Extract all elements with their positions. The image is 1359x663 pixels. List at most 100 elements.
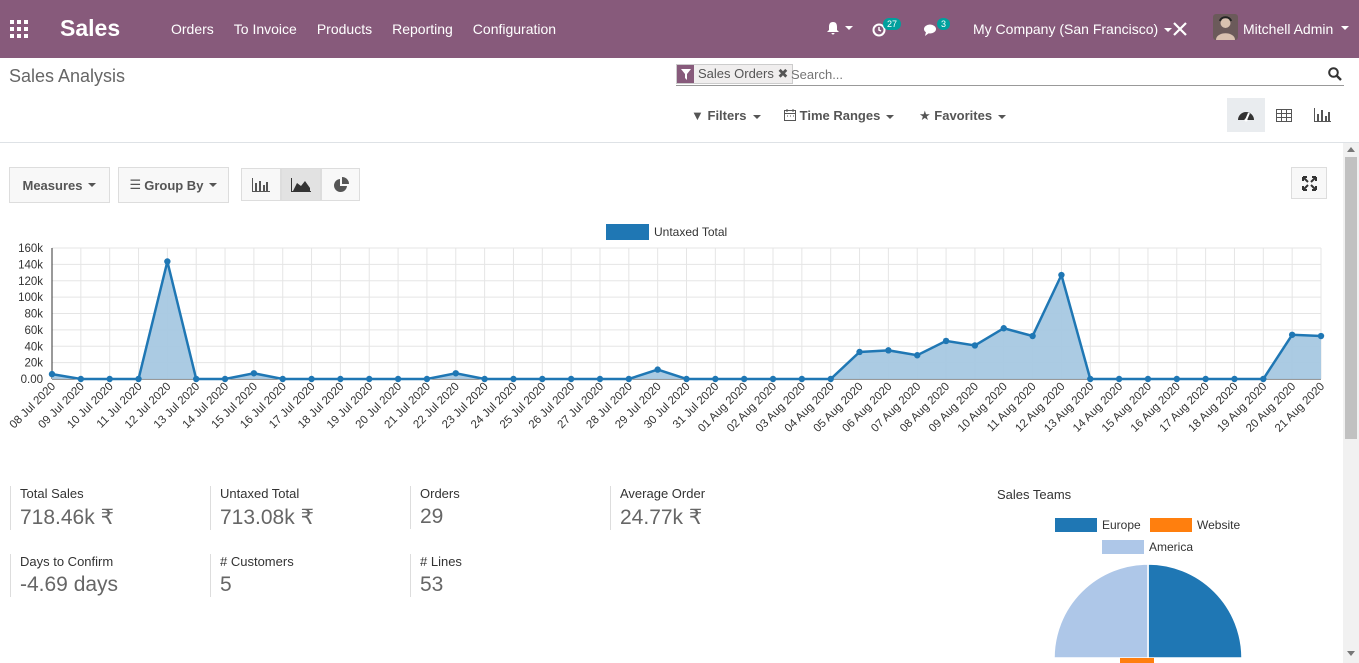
favorites-dropdown[interactable]: ★ Favorites bbox=[919, 108, 1007, 124]
filter-icon bbox=[677, 65, 694, 83]
messages-badge: 3 bbox=[937, 18, 951, 30]
graph-view-button[interactable] bbox=[1303, 98, 1341, 132]
scroll-up-icon[interactable] bbox=[1347, 147, 1355, 152]
kpi-average-order[interactable]: Average Order 24.77k ₹ bbox=[610, 486, 705, 530]
legend-swatch-europe bbox=[1055, 518, 1097, 532]
kpi-lines[interactable]: # Lines 53 bbox=[410, 554, 462, 597]
bar-chart-mode-button[interactable] bbox=[241, 168, 281, 201]
activity-button[interactable]: 27 bbox=[872, 18, 912, 37]
table-icon bbox=[1276, 108, 1292, 122]
kpi-customers[interactable]: # Customers 5 bbox=[210, 554, 294, 597]
chevron-down-icon bbox=[998, 114, 1007, 119]
sales-teams-pie-chart: Europe Website America bbox=[1053, 518, 1243, 663]
kpi-value: -4.69 days bbox=[20, 573, 119, 596]
star-icon: ★ bbox=[919, 108, 931, 123]
kpi-label: Total Sales bbox=[20, 486, 84, 501]
data-point[interactable] bbox=[452, 370, 459, 377]
filters-dropdown[interactable]: ▼ Filters bbox=[691, 108, 761, 123]
data-point[interactable] bbox=[1058, 271, 1065, 279]
data-point[interactable] bbox=[1288, 331, 1296, 338]
chevron-down-icon bbox=[1341, 26, 1349, 30]
y-tick-label: 100k bbox=[18, 292, 43, 304]
page-title: Sales Analysis bbox=[9, 66, 126, 86]
control-panel: Sales Analysis Sales Orders ✖ ▼ Filters … bbox=[0, 58, 1359, 143]
filter-icon: ▼ bbox=[691, 108, 704, 123]
kpi-orders[interactable]: Orders 29 bbox=[410, 486, 460, 529]
kpi-label: Average Order bbox=[620, 486, 706, 501]
vertical-scrollbar[interactable] bbox=[1343, 143, 1359, 663]
search-facet[interactable]: Sales Orders ✖ bbox=[676, 64, 794, 84]
kpi-total-sales[interactable]: Total Sales 718.46k ₹ bbox=[10, 486, 114, 530]
data-point[interactable] bbox=[48, 370, 56, 378]
chevron-down-icon bbox=[886, 114, 895, 119]
menu-orders[interactable]: Orders bbox=[171, 21, 214, 37]
search-input[interactable] bbox=[791, 64, 1311, 84]
debug-tools-icon[interactable] bbox=[1173, 22, 1187, 36]
kpi-days-to-confirm[interactable]: Days to Confirm -4.69 days bbox=[10, 554, 118, 597]
menu-reporting[interactable]: Reporting bbox=[392, 21, 453, 37]
avatar bbox=[1213, 14, 1238, 40]
measures-dropdown[interactable]: Measures bbox=[9, 167, 110, 203]
bell-icon bbox=[827, 22, 839, 35]
kpi-value: 5 bbox=[220, 573, 232, 596]
fullscreen-button[interactable] bbox=[1291, 167, 1327, 199]
filters-label: Filters bbox=[707, 108, 747, 123]
expand-icon bbox=[1301, 175, 1317, 191]
y-tick-label: 60k bbox=[24, 325, 43, 337]
data-point[interactable] bbox=[250, 370, 258, 377]
area-chart-icon bbox=[291, 177, 311, 192]
calendar-icon bbox=[784, 109, 796, 121]
data-point[interactable] bbox=[1000, 325, 1007, 332]
legend-swatch-america bbox=[1102, 540, 1144, 554]
chevron-down-icon bbox=[88, 183, 97, 187]
sales-line-chart: Untaxed Total 0.00 20k 40k 60k 80k 100k 120k 140… bbox=[8, 224, 1327, 435]
scrollbar-thumb[interactable] bbox=[1345, 157, 1357, 439]
data-point[interactable] bbox=[914, 352, 921, 359]
pie-slice-america[interactable] bbox=[1053, 563, 1149, 659]
main-menu: Orders To Invoice Products Reporting Con… bbox=[171, 21, 576, 37]
kpi-label: # Customers bbox=[220, 554, 294, 569]
facet-label: Sales Orders bbox=[698, 66, 774, 81]
list-icon: ☰ bbox=[129, 177, 142, 192]
legend-swatch-website bbox=[1150, 518, 1192, 532]
pie-slice-website[interactable] bbox=[1120, 658, 1154, 663]
kpi-untaxed-total[interactable]: Untaxed Total 713.08k ₹ bbox=[210, 486, 314, 530]
data-point[interactable] bbox=[1029, 332, 1036, 340]
time-ranges-dropdown[interactable]: Time Ranges bbox=[784, 108, 895, 123]
data-point[interactable] bbox=[885, 347, 892, 354]
pie-chart-mode-button[interactable] bbox=[321, 168, 360, 201]
line-chart-mode-button[interactable] bbox=[281, 168, 321, 201]
group-by-dropdown[interactable]: ☰ Group By bbox=[118, 167, 229, 203]
list-view-button[interactable] bbox=[1265, 98, 1303, 132]
notification-bell[interactable] bbox=[826, 21, 853, 37]
menu-configuration[interactable]: Configuration bbox=[473, 21, 556, 37]
kpi-label: # Lines bbox=[420, 554, 462, 569]
favorites-label: Favorites bbox=[934, 108, 993, 123]
measures-label: Measures bbox=[22, 177, 83, 193]
kpi-value: 713.08k ₹ bbox=[220, 506, 314, 529]
kpi-value: 24.77k ₹ bbox=[620, 506, 703, 529]
dashboard-view-button[interactable] bbox=[1227, 98, 1265, 132]
data-point[interactable] bbox=[971, 342, 979, 349]
pie-slice-europe[interactable] bbox=[1147, 563, 1243, 659]
remove-facet-icon[interactable]: ✖ bbox=[778, 66, 789, 81]
chevron-down-icon bbox=[845, 26, 853, 30]
data-point[interactable] bbox=[654, 366, 661, 373]
y-tick-label: 120k bbox=[18, 276, 43, 288]
app-brand[interactable]: Sales bbox=[60, 15, 120, 42]
search-icon[interactable] bbox=[1328, 67, 1342, 81]
messages-button[interactable]: 3 bbox=[924, 18, 964, 37]
pie-legend: Europe Website America bbox=[1055, 518, 1240, 554]
data-point[interactable] bbox=[164, 258, 171, 265]
data-point[interactable] bbox=[942, 337, 950, 345]
data-point[interactable] bbox=[1317, 332, 1325, 340]
data-point[interactable] bbox=[856, 348, 863, 356]
legend-swatch bbox=[606, 224, 649, 240]
pie-chart-icon bbox=[333, 176, 349, 192]
company-switcher[interactable]: My Company (San Francisco) bbox=[973, 21, 1173, 37]
scroll-down-icon[interactable] bbox=[1347, 651, 1355, 656]
apps-menu-icon[interactable] bbox=[10, 20, 28, 38]
menu-to-invoice[interactable]: To Invoice bbox=[234, 21, 297, 37]
menu-products[interactable]: Products bbox=[317, 21, 372, 37]
activity-badge: 27 bbox=[883, 18, 902, 30]
